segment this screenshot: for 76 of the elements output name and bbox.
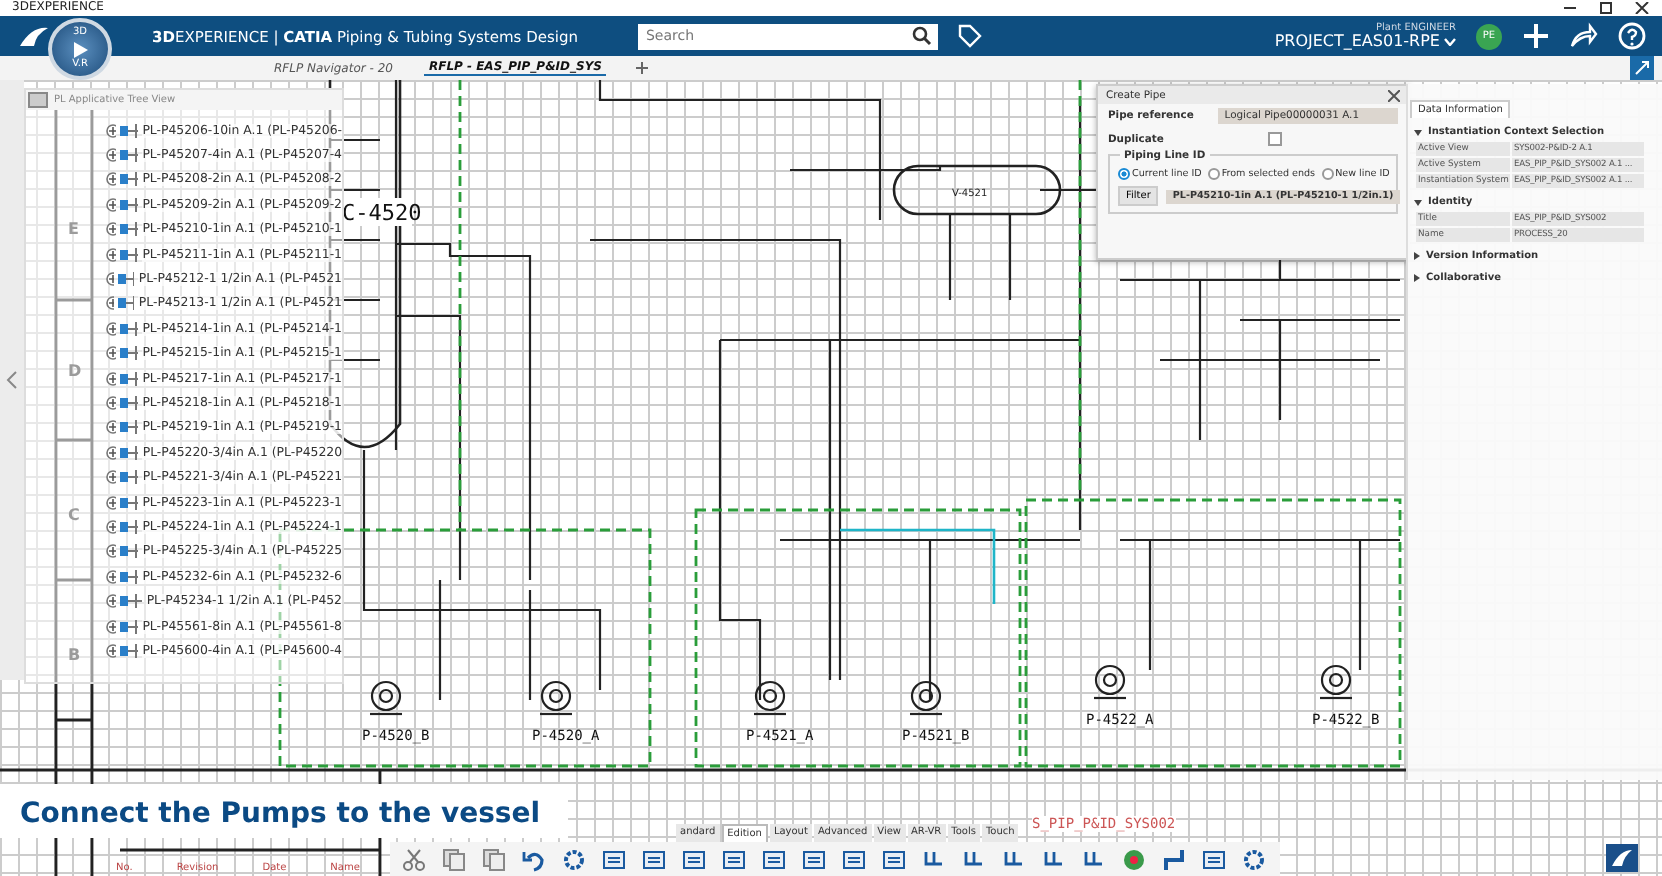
expand-icon[interactable] [106,470,116,485]
pipe-icon [119,369,139,388]
pipe-icon [119,220,139,239]
frame-icon[interactable] [642,847,666,871]
minimize-icon[interactable] [1562,2,1578,14]
logo-icon [16,22,52,50]
pipe-icon [119,146,139,165]
search-icon[interactable] [911,26,932,46]
pipe-icon [118,270,135,289]
scissors-icon[interactable] [402,847,426,871]
zone-label: E [68,220,79,238]
pipe-icon [118,294,135,313]
pipe-icon [119,567,139,586]
pipe-icon [119,344,139,363]
panel-icon[interactable] [762,847,786,871]
share-icon[interactable] [1570,22,1598,50]
maximize-icon[interactable] [1598,2,1614,14]
pipe-icon [119,245,139,264]
paste-icon[interactable] [482,847,506,871]
pipe-icon [119,641,139,660]
pipe-icon [119,443,139,462]
close-icon[interactable] [1388,89,1400,101]
expand-icon[interactable] [106,197,116,212]
expand-icon[interactable] [106,247,116,262]
frame-icon[interactable] [722,847,746,871]
expand-icon[interactable] [106,619,116,633]
zone-label: C [68,506,80,524]
help-icon[interactable] [1618,22,1646,50]
pipe-icon [119,195,139,214]
pipe-icon [119,393,139,412]
zone-label: D [68,362,82,380]
pipe-icon [120,592,143,611]
pipe-icon [119,542,139,561]
expand-icon[interactable] [106,123,116,138]
list-icon[interactable] [682,847,706,871]
fit-view-icon[interactable] [1630,56,1654,80]
globe-icon[interactable] [1122,847,1146,871]
expand-icon[interactable] [106,371,116,386]
close-icon[interactable] [1634,2,1650,14]
copy-icon[interactable] [442,847,466,871]
pipe-icon [119,418,139,437]
expand-icon[interactable] [106,643,116,658]
pipe-icon [119,170,139,189]
expand-icon[interactable] [106,395,116,410]
panel-icon[interactable] [802,847,826,871]
column-tag: C-4520 [342,200,422,226]
pipe-icon [119,121,139,140]
caption-text: Connect the Pumps to the vessel [20,798,541,830]
pipe-icon [119,468,139,487]
expand-icon[interactable] [106,544,116,559]
expand-icon[interactable] [106,346,116,361]
add-tab-icon[interactable] [634,60,650,76]
expand-icon[interactable] [106,445,116,460]
duplicate-checkbox[interactable] [1268,132,1282,146]
pipe-icon [119,493,139,512]
pipe-icon [119,517,139,536]
expand-icon[interactable] [106,569,116,584]
caret-icon[interactable] [1444,37,1456,45]
expand-icon[interactable] [106,495,116,510]
add-icon[interactable] [1522,22,1550,50]
frame-icon[interactable] [602,847,626,871]
undo-icon[interactable] [522,847,546,871]
project-selector[interactable]: PROJECT_EAS01-RPE [1274,33,1440,49]
expand-icon[interactable] [106,172,116,187]
expand-icon[interactable] [106,420,116,435]
expand-icon[interactable] [106,148,116,163]
expand-icon[interactable] [106,222,116,237]
collapse-icon[interactable] [6,370,18,390]
expand-icon[interactable] [106,519,116,534]
pipe-icon[interactable] [1162,847,1186,871]
zone-label: B [68,646,81,664]
pipe-icon [119,319,139,338]
tag-icon[interactable] [957,24,982,48]
expand-icon[interactable] [106,594,117,609]
pipe-icon [119,617,139,635]
expand-icon[interactable] [106,321,116,336]
